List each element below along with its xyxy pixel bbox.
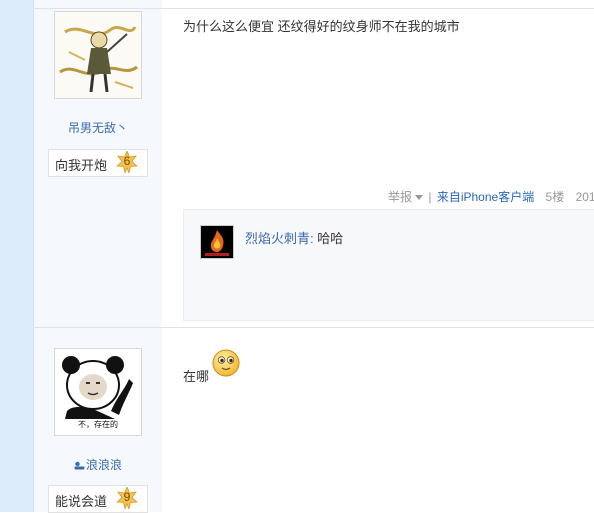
floor-number: 5楼 bbox=[545, 190, 565, 204]
tail-separator: | bbox=[428, 190, 432, 204]
reply-avatar[interactable] bbox=[200, 225, 234, 259]
username[interactable]: 吊男无敌丶 bbox=[34, 119, 162, 136]
reply-box: 烈焰火刺青: 哈哈 bbox=[183, 209, 594, 321]
post-content: 为什么这么便宜 还纹得好的纹身师不在我的城市 bbox=[183, 19, 460, 34]
post-content: 在哪 bbox=[183, 369, 210, 384]
anime-avatar-image bbox=[55, 12, 141, 98]
level-title: 向我开炮 bbox=[55, 158, 108, 173]
level-box: 能说会道 9 bbox=[48, 485, 148, 513]
username[interactable]: 浪浪浪 bbox=[86, 458, 122, 472]
post-divider bbox=[34, 327, 594, 328]
avatar[interactable]: 不，存在的 bbox=[54, 348, 142, 436]
level-star-badge-icon: 6 bbox=[116, 149, 138, 175]
reply-username[interactable]: 烈焰火刺青: bbox=[245, 231, 314, 246]
left-strip bbox=[0, 0, 33, 512]
chevron-down-icon bbox=[415, 195, 424, 201]
post-date: 2017 bbox=[575, 190, 594, 204]
user-icon bbox=[74, 459, 85, 470]
avatar-caption: 不，存在的 bbox=[78, 420, 118, 429]
divider bbox=[34, 8, 594, 9]
smile-emoticon-icon bbox=[212, 349, 240, 377]
reply-line: 烈焰火刺青: 哈哈 bbox=[245, 228, 343, 247]
level-star-badge-icon: 9 bbox=[116, 485, 138, 511]
report-link[interactable]: 举报 bbox=[388, 190, 424, 204]
post-tail: 举报 | 来自iPhone客户端 5楼 2017 bbox=[388, 188, 594, 205]
level-number: 9 bbox=[123, 490, 131, 504]
level-box: 向我开炮 6 bbox=[48, 149, 148, 177]
avatar[interactable] bbox=[54, 11, 142, 99]
flame-logo-image bbox=[201, 226, 233, 258]
level-title: 能说会道 bbox=[55, 494, 108, 509]
reply-text: 哈哈 bbox=[317, 231, 344, 246]
username-row[interactable]: 浪浪浪 bbox=[34, 456, 162, 473]
source-link[interactable]: 来自iPhone客户端 bbox=[437, 190, 534, 204]
level-number: 6 bbox=[123, 154, 131, 168]
